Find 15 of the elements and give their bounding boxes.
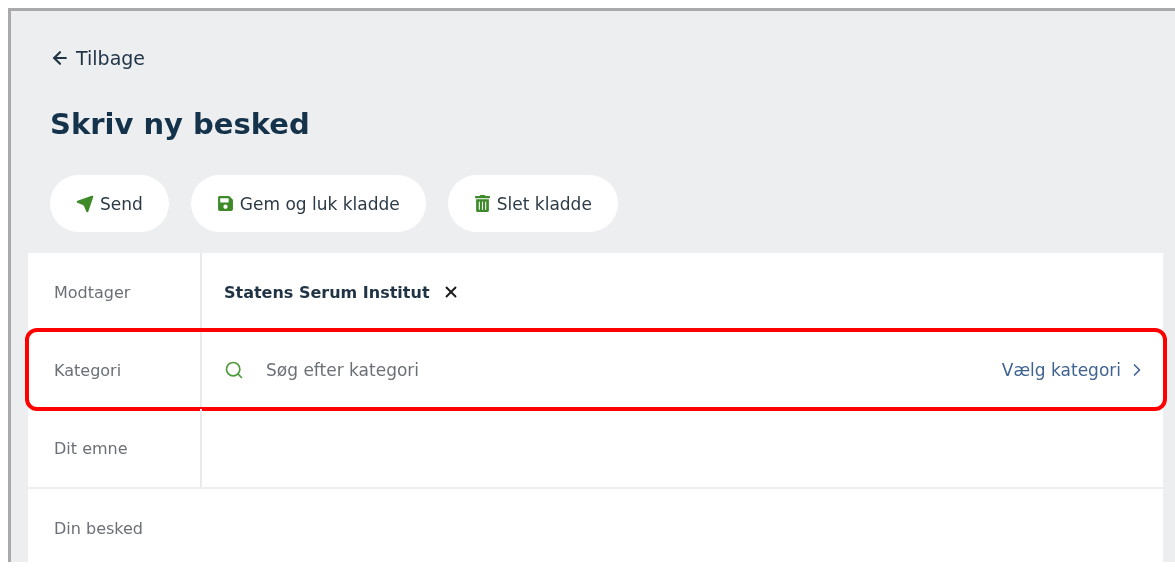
search-field[interactable]: Søg efter kategori <box>264 359 1002 381</box>
back-link[interactable]: Tilbage <box>50 47 146 69</box>
field-label: Kategori <box>28 331 202 409</box>
trash-icon <box>473 195 491 212</box>
paper-plane-icon <box>76 194 94 213</box>
field-label: Dit emne <box>28 409 202 487</box>
field-label: Din besked <box>54 519 144 538</box>
choose-category-link[interactable]: Vælg kategori <box>1001 360 1147 380</box>
delete-button[interactable]: Slet kladde <box>447 175 618 232</box>
field-label: Modtager <box>28 253 202 331</box>
search-icon <box>224 360 244 380</box>
page-title: Skriv ny besked <box>50 107 310 141</box>
save-button[interactable]: Gem og luk kladde <box>190 175 426 232</box>
send-button[interactable]: Send <box>50 175 169 232</box>
recipient-name: Statens Serum Institut <box>224 282 430 302</box>
